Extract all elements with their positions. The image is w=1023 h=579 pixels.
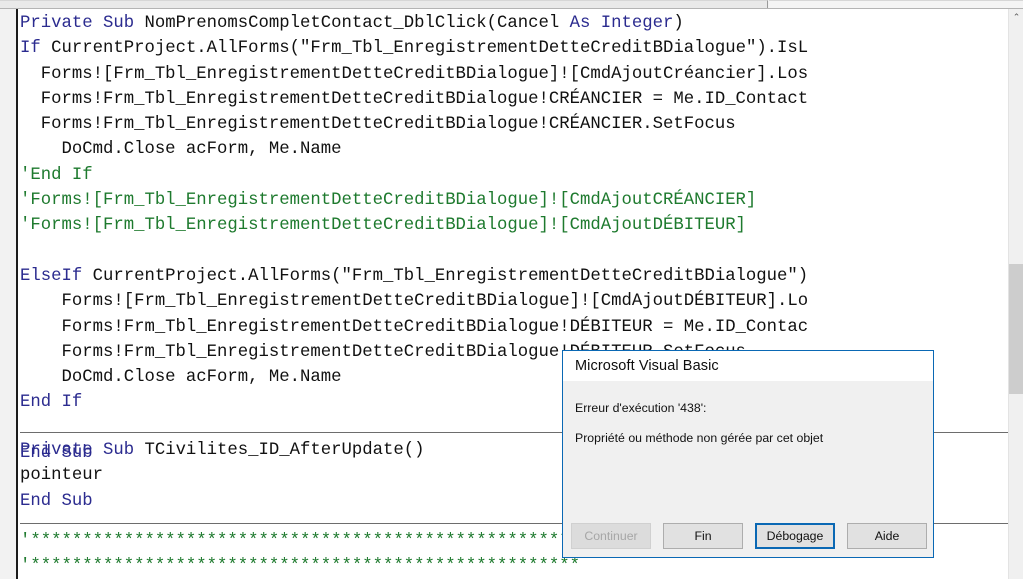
dialog-title: Microsoft Visual Basic (575, 358, 719, 374)
code-token: DoCmd.Close acForm, Me.Name (20, 140, 342, 160)
scrollbar-thumb[interactable] (1009, 264, 1023, 394)
code-token: Private Sub (20, 441, 145, 460)
scroll-up-arrow-icon[interactable]: ⌃ (1009, 9, 1023, 25)
code-token: As (569, 14, 601, 33)
dialog-button-row: Continuer Fin Débogage Aide (563, 514, 933, 558)
code-token: CurrentProject.AllForms("Frm_Tbl_Enregis… (51, 39, 809, 59)
code-token: Forms!Frm_Tbl_EnregistrementDetteCreditB… (20, 89, 809, 109)
code-line: 'Forms![Frm_Tbl_EnregistrementDetteCredi… (20, 188, 1008, 213)
code-line: '***************************************… (20, 554, 1008, 579)
help-button[interactable]: Aide (847, 523, 927, 549)
code-line: ElseIf CurrentProject.AllForms("Frm_Tbl_… (20, 264, 1008, 289)
split-bar-left-segment[interactable] (0, 0, 768, 8)
code-token: TCivilites_ID_AfterUpdate() (144, 441, 425, 460)
code-token: Forms![Frm_Tbl_EnregistrementDetteCredit… (20, 64, 809, 84)
code-token: Forms!Frm_Tbl_EnregistrementDetteCreditB… (20, 317, 809, 337)
error-dialog: Microsoft Visual Basic Erreur d'exécutio… (562, 350, 934, 558)
code-token: Forms![Frm_Tbl_EnregistrementDetteCredit… (20, 292, 809, 312)
code-token: Integer (600, 14, 674, 33)
code-line: Forms!Frm_Tbl_EnregistrementDetteCreditB… (20, 87, 1008, 112)
code-token: If (20, 39, 52, 59)
code-line: DoCmd.Close acForm, Me.Name (20, 137, 1008, 162)
vertical-scrollbar[interactable]: ⌃ (1008, 9, 1023, 579)
code-token: Forms!Frm_Tbl_EnregistrementDetteCreditB… (20, 115, 736, 135)
code-token: 'Forms![Frm_Tbl_EnregistrementDetteCredi… (20, 216, 746, 236)
code-line: Forms!Frm_Tbl_EnregistrementDetteCreditB… (20, 315, 1008, 340)
code-token: Private Sub (20, 14, 145, 33)
vba-editor-window: Private Sub NomPrenomsCompletContact_Dbl… (0, 0, 1023, 579)
code-token: '***************************************… (20, 532, 581, 551)
code-line: 'Forms![Frm_Tbl_EnregistrementDetteCredi… (20, 213, 1008, 238)
dialog-error-description-text: Propriété ou méthode non gérée par cet o… (575, 431, 824, 445)
dialog-error-code-text: Erreur d'exécution '438': (575, 401, 707, 415)
code-token: CurrentProject.AllForms("Frm_Tbl_Enregis… (92, 266, 809, 286)
code-token: pointeur (20, 466, 103, 486)
code-token: ElseIf (20, 266, 93, 286)
code-token: End If (20, 393, 83, 413)
code-line: Private Sub NomPrenomsCompletContact_Dbl… (20, 11, 1008, 36)
end-button[interactable]: Fin (663, 523, 743, 549)
code-line: Forms![Frm_Tbl_EnregistrementDetteCredit… (20, 62, 1008, 87)
dialog-body: Erreur d'exécution '438': Propriété ou m… (563, 381, 933, 527)
code-margin-indicator-bar[interactable] (0, 9, 18, 579)
scrollbar-track-upper[interactable] (1009, 25, 1023, 264)
code-line: Forms!Frm_Tbl_EnregistrementDetteCreditB… (20, 112, 1008, 137)
split-bar-right-segment[interactable] (769, 0, 1023, 8)
continue-button[interactable]: Continuer (571, 523, 651, 549)
code-line: Forms![Frm_Tbl_EnregistrementDetteCredit… (20, 289, 1008, 314)
code-pane-split-bar[interactable] (0, 0, 1023, 9)
debug-button[interactable]: Débogage (755, 523, 835, 549)
code-token: End Sub (20, 491, 93, 511)
code-token: ) (673, 14, 684, 33)
code-token: '***************************************… (20, 557, 581, 577)
code-token: DoCmd.Close acForm, Me.Name (20, 368, 342, 388)
code-token: 'End If (20, 165, 93, 185)
code-line: 'End If (20, 163, 1008, 188)
code-token: 'Forms![Frm_Tbl_EnregistrementDetteCredi… (20, 191, 757, 211)
dialog-titlebar: Microsoft Visual Basic (563, 351, 933, 381)
code-token: NomPrenomsCompletContact_DblClick(Cancel (144, 14, 570, 33)
code-line: If CurrentProject.AllForms("Frm_Tbl_Enre… (20, 36, 1008, 61)
